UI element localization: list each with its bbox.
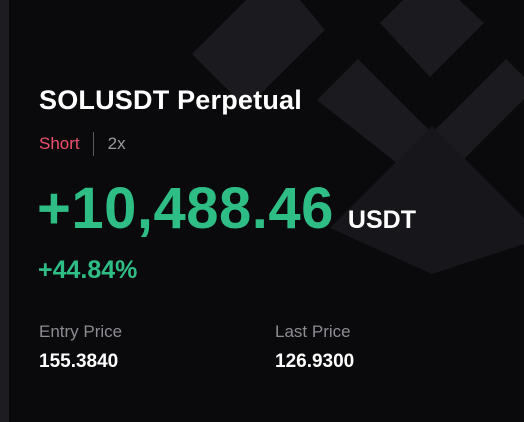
pnl-share-card: SOLUSDT Perpetual Short 2x +10,488.46 US…	[0, 0, 524, 422]
last-price-stat: Last Price 126.9300	[275, 322, 354, 373]
pnl-unit: USDT	[347, 206, 416, 234]
last-price-value: 126.9300	[275, 351, 355, 372]
position-meta-row: Short 2x	[39, 132, 126, 156]
pnl-row: +10,488.46 USDT	[37, 180, 416, 238]
entry-price-label: Entry Price	[39, 322, 123, 341]
leverage-label: 2x	[107, 134, 126, 153]
entry-price-value: 155.3840	[39, 351, 119, 372]
meta-divider	[92, 132, 94, 156]
symbol-title: SOLUSDT Perpetual	[39, 85, 302, 115]
left-edge-divider	[0, 0, 9, 422]
last-price-label: Last Price	[275, 322, 351, 341]
pnl-percent: +44.84%	[38, 256, 138, 284]
position-side-label: Short	[39, 134, 80, 153]
entry-price-stat: Entry Price 155.3840	[39, 322, 122, 373]
pnl-value: +10,488.46	[37, 176, 334, 241]
